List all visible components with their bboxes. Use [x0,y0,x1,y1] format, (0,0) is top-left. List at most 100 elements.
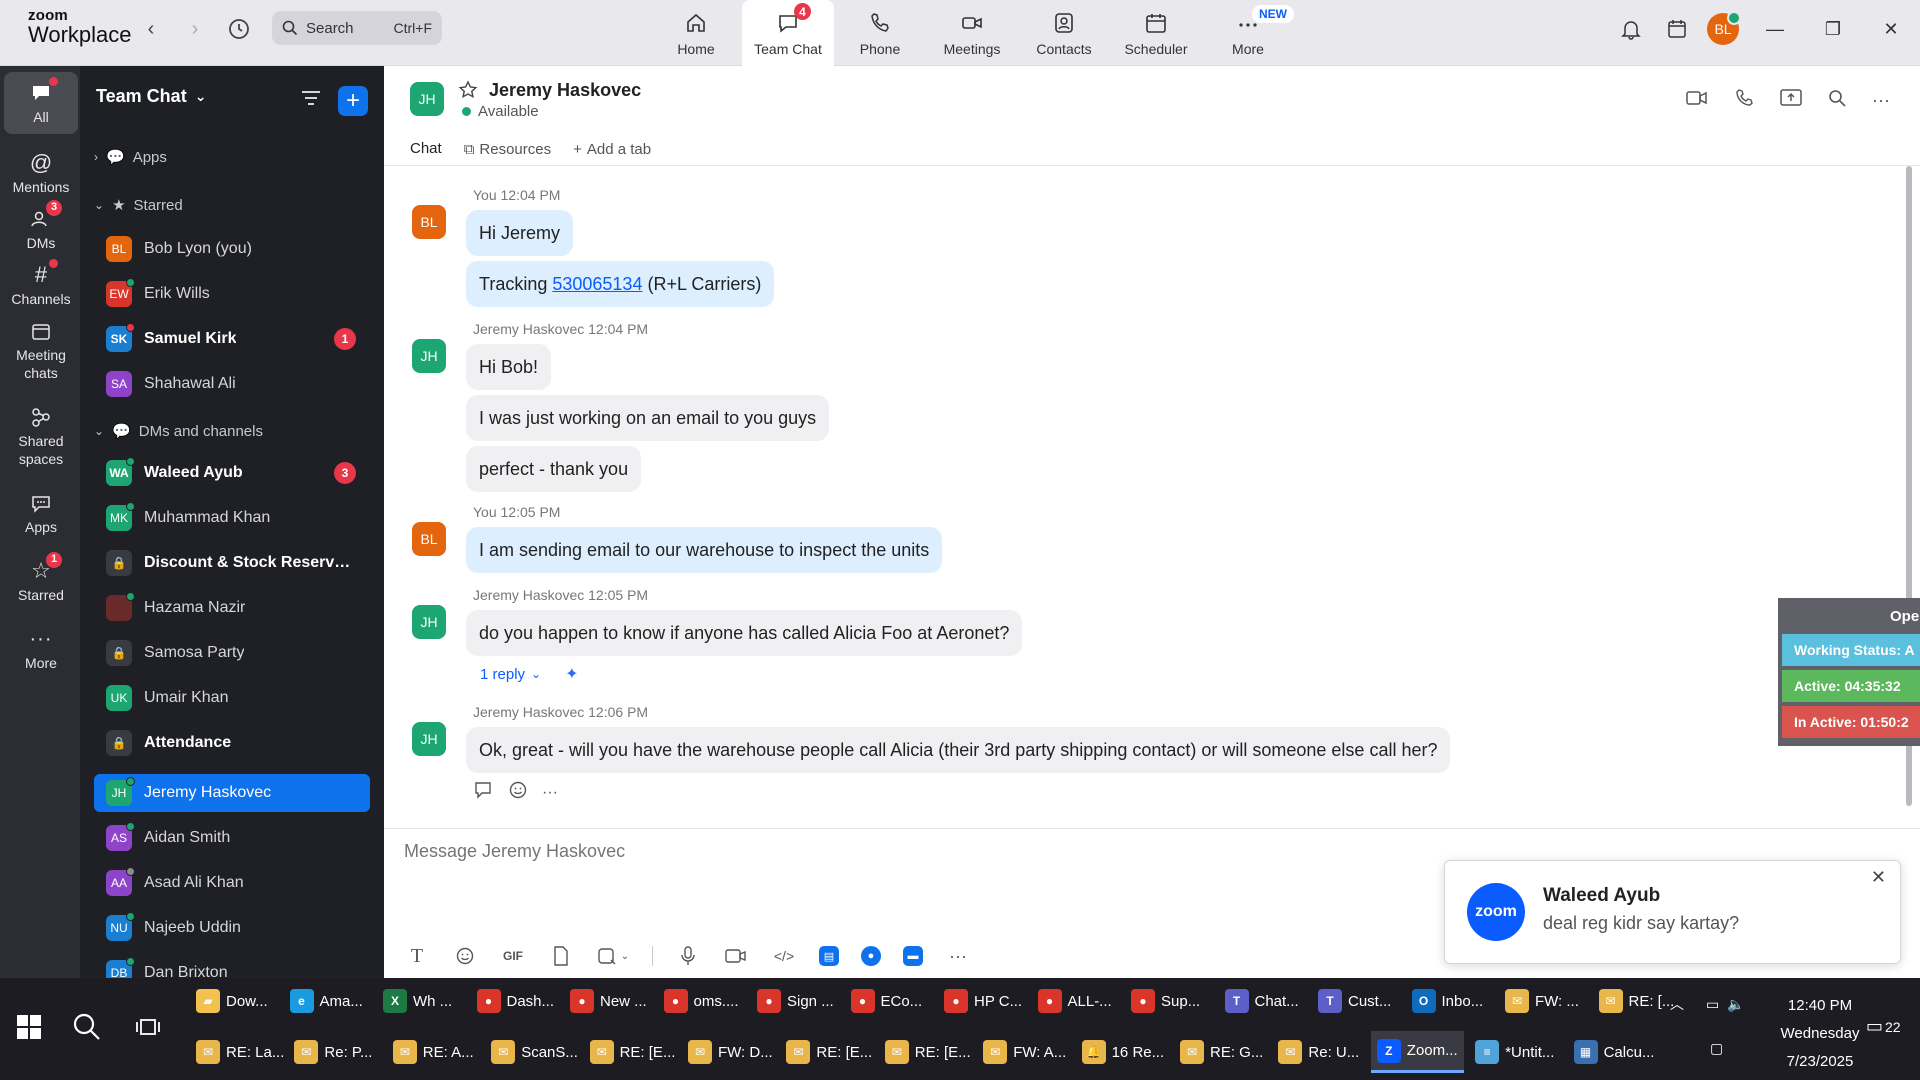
file-icon[interactable] [548,943,574,969]
contact-avatar[interactable]: JH [410,82,444,116]
phone-call-icon[interactable] [1734,88,1754,113]
avatar[interactable]: JH [412,605,446,639]
search-icon[interactable] [1828,89,1846,112]
taskbar-app-button[interactable]: ● HP C... [938,980,1028,1022]
taskbar-app-button[interactable]: ✉ ScanS... [485,1031,584,1073]
taskbar-app-button[interactable]: ✉ RE: [E... [780,1031,878,1073]
tab-phone[interactable]: Phone [834,0,926,66]
sidebar-item-shahawal-ali[interactable]: SA Shahawal Ali [94,365,370,403]
taskbar-app-button[interactable]: ● ECo... [845,980,929,1022]
message-bubble[interactable]: Hi Bob! [466,344,552,390]
sidebar-item-bob-lyon[interactable]: BL Bob Lyon (you) [94,230,370,268]
section-dms-channels[interactable]: ⌄ 💬 DMs and channels [94,422,263,441]
taskbar-app-button[interactable]: ● Sup... [1125,980,1206,1022]
taskbar-app-button[interactable]: ● New ... [564,980,653,1022]
taskbar-app-button[interactable]: ● ALL-... [1032,980,1118,1022]
taskbar-app-button[interactable]: ● Sign ... [751,980,840,1022]
taskbar-app-button[interactable]: T Cust... [1312,980,1397,1022]
rail-dms[interactable]: 3 DMs [4,200,78,253]
search-box[interactable]: Search Ctrl+F [272,11,442,45]
message-bubble[interactable]: I was just working on an email to you gu… [466,395,830,441]
avatar[interactable]: JH [412,339,446,373]
sidebar-item-jeremy-haskovec[interactable]: JH Jeremy Haskovec [94,774,370,812]
network-icon[interactable]: ▢ [1710,1040,1723,1057]
gif-icon[interactable]: GIF [500,943,526,969]
more-options-icon[interactable]: ··· [945,943,971,969]
taskbar-app-button[interactable]: ✉ RE: [E... [879,1031,977,1073]
calendar-icon[interactable] [1654,14,1700,44]
taskbar-app-button[interactable]: Z Zoom... [1370,1031,1464,1073]
taskbar-search-icon[interactable] [72,1012,102,1047]
sidebar-item-najeeb-uddin[interactable]: NU Najeeb Uddin [94,909,370,947]
message-bubble-tracking[interactable]: Tracking 530065134 (R+L Carriers) [466,261,775,307]
sidebar-item-waleed-ayub[interactable]: WA Waleed Ayub 3 [94,454,370,492]
star-icon[interactable] [458,80,478,105]
share-screen-icon[interactable] [1780,88,1802,113]
new-chat-button[interactable]: + [338,86,368,116]
taskbar-app-button[interactable]: O Inbo... [1406,980,1490,1022]
taskbar-app-button[interactable]: ✉ RE: G... [1174,1031,1269,1073]
taskbar-app-button[interactable]: ✉ Re: P... [288,1031,378,1073]
sidebar-item-attendance[interactable]: 🔒 Attendance [94,724,370,762]
taskbar-app-button[interactable]: ▦ Calcu... [1568,1031,1661,1073]
app-icon[interactable]: ▬ [903,946,923,966]
tab-meetings[interactable]: Meetings [926,0,1018,66]
tab-more[interactable]: More NEW [1202,0,1294,66]
sidebar-item-samuel-kirk[interactable]: SK Samuel Kirk 1 [94,320,370,358]
more-options-icon[interactable]: ··· [542,784,558,802]
taskbar-app-button[interactable]: ✉ RE: A... [387,1031,480,1073]
more-options-icon[interactable]: ··· [1872,90,1890,111]
rail-more[interactable]: ··· More [4,626,78,673]
taskbar-app-button[interactable]: ✉ FW: D... [682,1031,779,1073]
sidebar-item-asad-ali-khan[interactable]: AA Asad Ali Khan [94,864,370,902]
sidebar-item-samosa-party[interactable]: 🔒 Samosa Party [94,634,370,672]
task-view-icon[interactable] [136,1014,162,1045]
taskbar-app-button[interactable]: ✉ FW: A... [977,1031,1072,1073]
restore-button[interactable]: ❐ [1804,14,1862,44]
history-icon[interactable] [226,16,252,42]
notifications-bell-icon[interactable] [1608,14,1654,44]
rail-apps[interactable]: Apps [4,490,78,537]
chevron-up-icon[interactable]: ︿ [1670,994,1684,1014]
filter-icon[interactable] [300,88,322,113]
tab-home[interactable]: Home [650,0,742,66]
text-format-icon[interactable]: T [404,943,430,969]
rail-channels[interactable]: # Channels [4,259,78,309]
taskbar-app-button[interactable]: ✉ RE: [E... [584,1031,682,1073]
taskbar-app-button[interactable]: ● Dash... [471,980,561,1022]
rail-all[interactable]: All [4,72,78,134]
screenshot-icon[interactable]: ⌄ [596,943,630,969]
taskbar-app-button[interactable]: ✉ Re: U... [1272,1031,1365,1073]
close-icon[interactable]: ✕ [1871,867,1886,888]
taskbar-app-button[interactable]: ● oms.... [658,980,745,1022]
taskbar-app-button[interactable]: 🔔 16 Re... [1076,1031,1171,1073]
video-message-icon[interactable] [723,943,749,969]
user-avatar[interactable]: BL [1707,11,1741,45]
sidebar-item-hazama-nazir[interactable]: Hazama Nazir [94,589,370,627]
tab-contacts[interactable]: Contacts [1018,0,1110,66]
section-starred[interactable]: ⌄ ★ Starred [94,196,183,215]
rail-meeting-chats[interactable]: Meeting chats [4,318,78,382]
section-apps[interactable]: › 💬 Apps [94,148,167,167]
sidebar-title[interactable]: Team Chat ⌄ [96,86,206,107]
app-icon[interactable]: ● [861,946,881,966]
windows-start-icon[interactable] [16,1014,42,1045]
sidebar-item-dan-brixton[interactable]: DB Dan Brixton [94,954,370,978]
taskbar-app-button[interactable]: T Chat... [1219,980,1305,1022]
video-call-icon[interactable] [1686,89,1708,112]
reply-icon[interactable] [474,781,494,804]
taskbar-app-button[interactable]: e Ama... [284,980,369,1022]
message-bubble[interactable]: perfect - thank you [466,446,642,492]
system-clock[interactable]: 12:40 PM Wednesday 7/23/2025 [1770,992,1870,1076]
microphone-icon[interactable] [675,943,701,969]
sidebar-item-discount-stock[interactable]: 🔒 Discount & Stock Reserva... [94,544,370,582]
contact-name-heading[interactable]: Jeremy Haskovec [489,80,641,101]
forward-arrow-icon[interactable]: › [184,18,206,40]
taskbar-app-button[interactable]: ≡ *Untit... [1469,1031,1560,1073]
sidebar-item-aidan-smith[interactable]: AS Aidan Smith [94,819,370,857]
emoji-icon[interactable] [452,943,478,969]
notification-center-icon[interactable]: ▭ 22 [1866,1016,1901,1037]
volume-icon[interactable]: 🔈 [1727,996,1744,1013]
taskbar-app-button[interactable]: ✉ RE: [... [1593,980,1681,1022]
tab-resources[interactable]: ⧉ Resources [464,136,551,162]
